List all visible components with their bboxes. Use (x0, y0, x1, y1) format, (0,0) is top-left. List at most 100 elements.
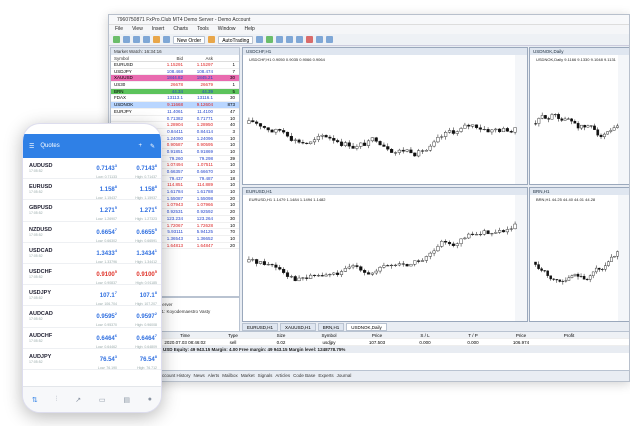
indicators-icon[interactable] (306, 36, 314, 43)
tab-account-history[interactable]: Account History (159, 373, 191, 378)
col-sl[interactable]: S / L (401, 332, 449, 338)
line-chart-icon[interactable] (276, 36, 284, 43)
window-title: 7960750871 FxPro.Club MT4 Demo Server - … (109, 15, 629, 25)
candle-body (397, 149, 401, 153)
trade-row[interactable]: 2020.07.03 08:46:02 sell 0.02 usdjpy 107… (111, 339, 629, 346)
quotes-icon[interactable]: ⇅ (32, 396, 38, 404)
candle-body (440, 241, 444, 247)
zoom-in-icon[interactable] (286, 36, 294, 43)
profiles-icon[interactable] (123, 36, 130, 43)
terminal-icon[interactable] (153, 36, 160, 43)
periods-icon[interactable] (316, 36, 324, 43)
col-bid[interactable]: Bid (153, 55, 183, 61)
price-chart-svg (534, 195, 629, 321)
autotrading-button[interactable]: AutoTrading (218, 35, 254, 44)
mw-ask: 11.4100 (197, 108, 213, 114)
tab-experts[interactable]: Experts (318, 373, 333, 378)
trade-tp: 0.000 (467, 340, 479, 345)
quote-row[interactable]: USDCHF 17:05:52 0.91005 Low: 0.90837 0.91005… (23, 264, 161, 286)
candle-body (413, 260, 417, 265)
quote-row[interactable]: EURUSD 17:05:52 1.1588 Low: 1.15437 1.1588 Hi… (23, 179, 161, 201)
col-tp[interactable]: T / P (449, 332, 497, 338)
col-profit[interactable]: Profit (545, 332, 593, 338)
chart-icon[interactable]: ⫶ (56, 396, 58, 404)
navigator-icon[interactable] (143, 36, 150, 43)
zoom-out-icon[interactable] (296, 36, 304, 43)
market-watch-row[interactable]: XAUUSD 1844.82 1845.21 30 (111, 75, 239, 83)
col-current-price[interactable]: Price (497, 332, 545, 338)
chat-icon[interactable]: ● (148, 396, 152, 403)
chart-info: USDCHF,H1 0.9050 0.9035 0.9066 0.9064 (249, 57, 325, 62)
tab-mailbox[interactable]: Mailbox (222, 373, 238, 378)
tester-icon[interactable] (163, 36, 170, 43)
menu-window[interactable]: Window (218, 25, 236, 34)
menu-view[interactable]: View (132, 25, 143, 34)
col-type[interactable]: Type (209, 332, 257, 338)
candle-body (582, 275, 586, 280)
chart-tab[interactable]: XAUUSD,H1 (280, 323, 316, 331)
candle-body (390, 264, 394, 267)
col-size[interactable]: Size (257, 332, 305, 338)
menu-file[interactable]: File (115, 25, 123, 34)
tab-signals[interactable]: Signals (258, 373, 273, 378)
chart-window[interactable]: BRN,H1 BRN,H1 44.25 44.40 44.01 44.28 (529, 187, 629, 322)
new-chart-icon[interactable] (113, 36, 120, 43)
trade-icon[interactable]: ↗ (75, 396, 81, 404)
col-symbol[interactable]: Symbol (111, 55, 153, 61)
mw-symbol: XAUUSD (114, 75, 133, 81)
chart-tab-active[interactable]: USDNOK,Daily (346, 323, 387, 331)
candle-body (509, 228, 513, 230)
quote-row[interactable]: AUDJPY 17:05:52 76.543 Low: 76.190 76.548 Hig… (23, 349, 161, 370)
tab-journal[interactable]: Journal (337, 373, 352, 378)
news-icon[interactable]: ▤ (123, 396, 130, 404)
quote-row[interactable]: USDJPY 17:05:52 107.17 Low: 106.704 107.18 Hi… (23, 285, 161, 307)
menu-tools[interactable]: Tools (197, 25, 209, 34)
col-price[interactable]: Price (353, 332, 401, 338)
menu-insert[interactable]: Insert (152, 25, 165, 34)
quote-row[interactable]: AUDCHF 17:05:52 0.64646 Low: 0.64462 0.64647… (23, 328, 161, 349)
quote-row[interactable]: USDCAD 17:05:52 1.34334 Low: 1.33796 1.34341… (23, 243, 161, 264)
bar-chart-icon[interactable] (256, 36, 264, 43)
candle-chart-icon[interactable] (266, 36, 274, 43)
templates-icon[interactable] (326, 36, 334, 43)
market-watch-row[interactable]: US30 26678 26679 1 (111, 82, 239, 89)
col-symbol[interactable]: Symbol (305, 332, 353, 338)
market-watch-row[interactable]: USDJPY 108.468 108.474 7 (111, 69, 239, 76)
quote-time: 17:05:52 (29, 296, 43, 301)
col-spread[interactable] (213, 55, 237, 61)
market-watch-icon[interactable] (133, 36, 140, 43)
history-icon[interactable]: ▭ (99, 396, 106, 404)
chart-window[interactable]: EURUSD,H1 EURUSD,H1 1.1479 1.1484 1.1494… (242, 187, 528, 322)
metaeditor-icon[interactable] (208, 36, 216, 43)
market-watch-row[interactable]: BRN 44.34 44.39 5 (111, 88, 239, 96)
chart-tab[interactable]: EURUSD,H1 (242, 323, 279, 331)
menu-charts[interactable]: Charts (173, 25, 188, 34)
tab-articles[interactable]: Articles (275, 373, 290, 378)
tab-alerts[interactable]: Alerts (208, 373, 220, 378)
quote-row[interactable]: AUDCAD 17:05:52 0.95952 Low: 0.95370 0.95972… (23, 306, 161, 328)
market-watch-row[interactable]: EURJPY 11.4061 11.4100 47 (111, 109, 239, 116)
page-title: Quotes (40, 143, 60, 149)
chart-window[interactable]: USDNOK,Daily USDNOK,Daily 9.1166 9.1330 … (529, 47, 629, 185)
quote-bid: 1.3433 (96, 250, 115, 257)
quote-time: 17:05:52 (29, 190, 43, 195)
market-watch-row[interactable]: EURUSD 1.15291 1.15297 1 (111, 62, 239, 69)
quote-row[interactable]: GBPUSD 17:05:52 1.2715 Low: 1.26907 1.2716 Hi… (23, 200, 161, 222)
market-watch-row[interactable]: USDNOK 9.11668 9.12604 873 (111, 102, 239, 109)
col-ask[interactable]: Ask (183, 55, 213, 61)
tab-code-base[interactable]: Code Base (293, 373, 315, 378)
candle-body (258, 123, 263, 127)
edit-icon[interactable]: ✎ (150, 143, 155, 150)
col-time[interactable]: Time (161, 332, 209, 338)
tab-market[interactable]: Market (241, 373, 255, 378)
add-icon[interactable]: + (138, 143, 142, 149)
tab-news[interactable]: News (194, 373, 205, 378)
chart-tab[interactable]: BRN,H1 (317, 323, 345, 331)
chart-window[interactable]: USDCHF,H1 USDCHF,H1 0.9050 0.9035 0.9066… (242, 47, 528, 185)
market-watch-row[interactable]: 0.71382 0.71771 10 (111, 116, 239, 123)
new-order-button[interactable]: New Order (173, 35, 206, 44)
quote-row[interactable]: NZDUSD 17:05:52 0.66547 Low: 0.66302 0.66555… (23, 222, 161, 243)
menu-help[interactable]: Help (245, 25, 255, 34)
quote-row[interactable]: AUDUSD 17:05:52 0.71433 Low: 0.71133 0.71438… (23, 158, 161, 180)
market-watch-row[interactable]: FDAX 13113.1 13116.1 30 (111, 95, 239, 103)
